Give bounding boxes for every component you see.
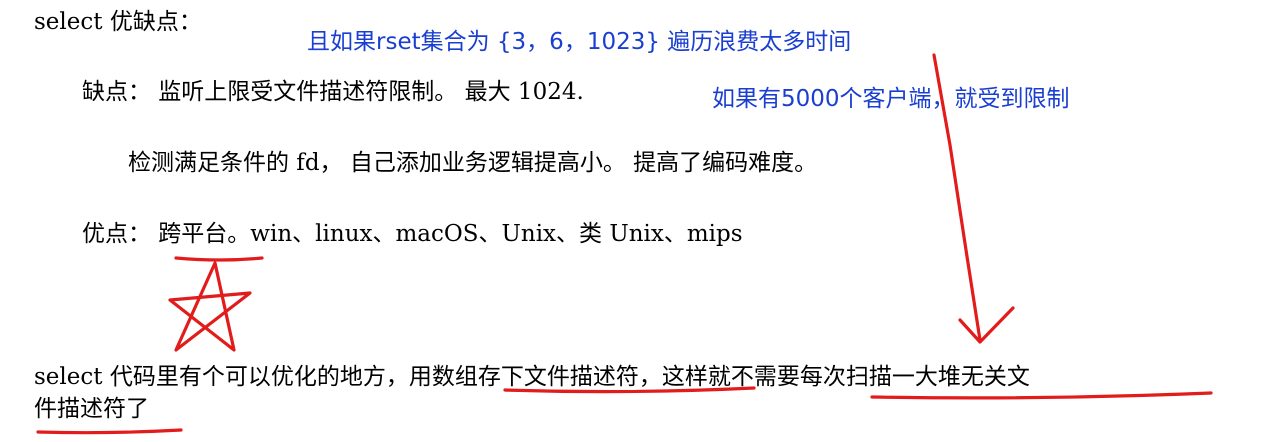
handwritten-note-clients: 如果有5000个客户端，就受到限制	[712, 86, 1070, 112]
section-title: select 优缺点：	[34, 9, 202, 35]
underline-no-scan	[870, 391, 1213, 400]
optimization-line: select 代码里有个可以优化的地方，用数组存下文件描述符，这样就不需要每次扫…	[34, 364, 1030, 390]
underline-cross-platform	[174, 256, 264, 262]
underline-descriptor-end	[36, 428, 183, 435]
cons-line-detail: 检测满足条件的 fd， 自己添加业务逻辑提高小。 提高了编码难度。	[128, 150, 818, 176]
cons-line: 缺点： 监听上限受文件描述符限制。 最大 1024.	[82, 79, 584, 105]
pros-line: 优点： 跨平台。win、linux、macOS、Unix、类 Unix、mips	[82, 221, 743, 247]
red-arrow-head	[958, 306, 1015, 344]
handwritten-note-rset: 且如果rset集合为 {3，6，1023} 遍历浪费太多时间	[307, 29, 852, 55]
star-icon	[168, 261, 252, 352]
optimization-line-continued: 件描述符了	[34, 396, 149, 422]
